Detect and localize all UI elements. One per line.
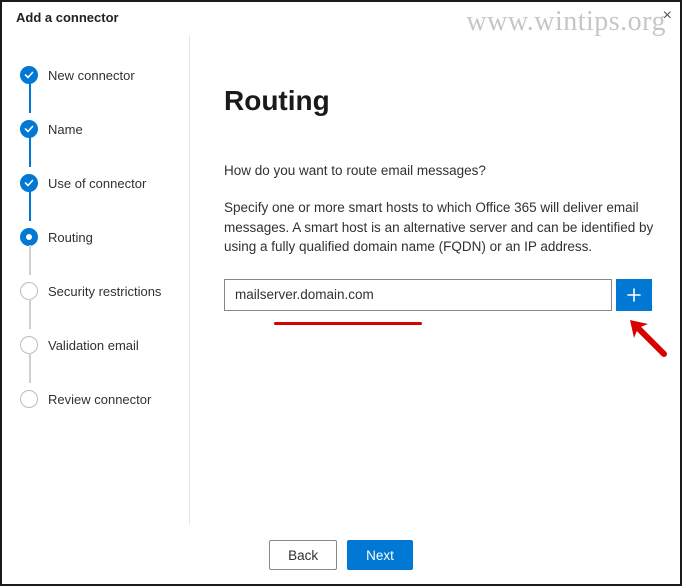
step-validation-email[interactable]: Validation email	[20, 333, 177, 357]
step-label: Validation email	[48, 338, 139, 353]
wizard-sidebar: New connector Name Use of connector	[2, 35, 190, 525]
add-host-button[interactable]	[616, 279, 652, 311]
routing-description: Specify one or more smart hosts to which…	[224, 198, 654, 257]
checkmark-icon	[20, 66, 38, 84]
main-panel: Routing How do you want to route email m…	[190, 35, 680, 525]
dialog-window: Add a connector × www.wintips.org New co…	[0, 0, 682, 586]
smart-host-input[interactable]	[224, 279, 612, 311]
step-label: Routing	[48, 230, 93, 245]
step-use-of-connector[interactable]: Use of connector	[20, 171, 177, 195]
annotation-underline	[274, 322, 422, 325]
pending-step-icon	[20, 282, 38, 300]
step-review-connector[interactable]: Review connector	[20, 387, 177, 411]
checkmark-icon	[20, 120, 38, 138]
step-name[interactable]: Name	[20, 117, 177, 141]
dialog-title: Add a connector	[2, 2, 680, 35]
next-button[interactable]: Next	[347, 540, 413, 570]
smart-host-input-row	[224, 279, 652, 311]
step-security-restrictions[interactable]: Security restrictions	[20, 279, 177, 303]
page-heading: Routing	[224, 85, 656, 117]
step-label: Name	[48, 122, 83, 137]
pending-step-icon	[20, 336, 38, 354]
step-new-connector[interactable]: New connector	[20, 63, 177, 87]
back-button[interactable]: Back	[269, 540, 337, 570]
plus-icon	[627, 288, 641, 302]
step-routing[interactable]: Routing	[20, 225, 177, 249]
routing-question: How do you want to route email messages?	[224, 163, 656, 178]
step-label: New connector	[48, 68, 135, 83]
dialog-footer: Back Next	[2, 540, 680, 570]
checkmark-icon	[20, 174, 38, 192]
close-icon[interactable]: ×	[663, 8, 672, 24]
current-step-icon	[20, 228, 38, 246]
step-label: Security restrictions	[48, 284, 161, 299]
pending-step-icon	[20, 390, 38, 408]
step-label: Review connector	[48, 392, 151, 407]
dialog-body: New connector Name Use of connector	[2, 35, 680, 525]
step-label: Use of connector	[48, 176, 146, 191]
